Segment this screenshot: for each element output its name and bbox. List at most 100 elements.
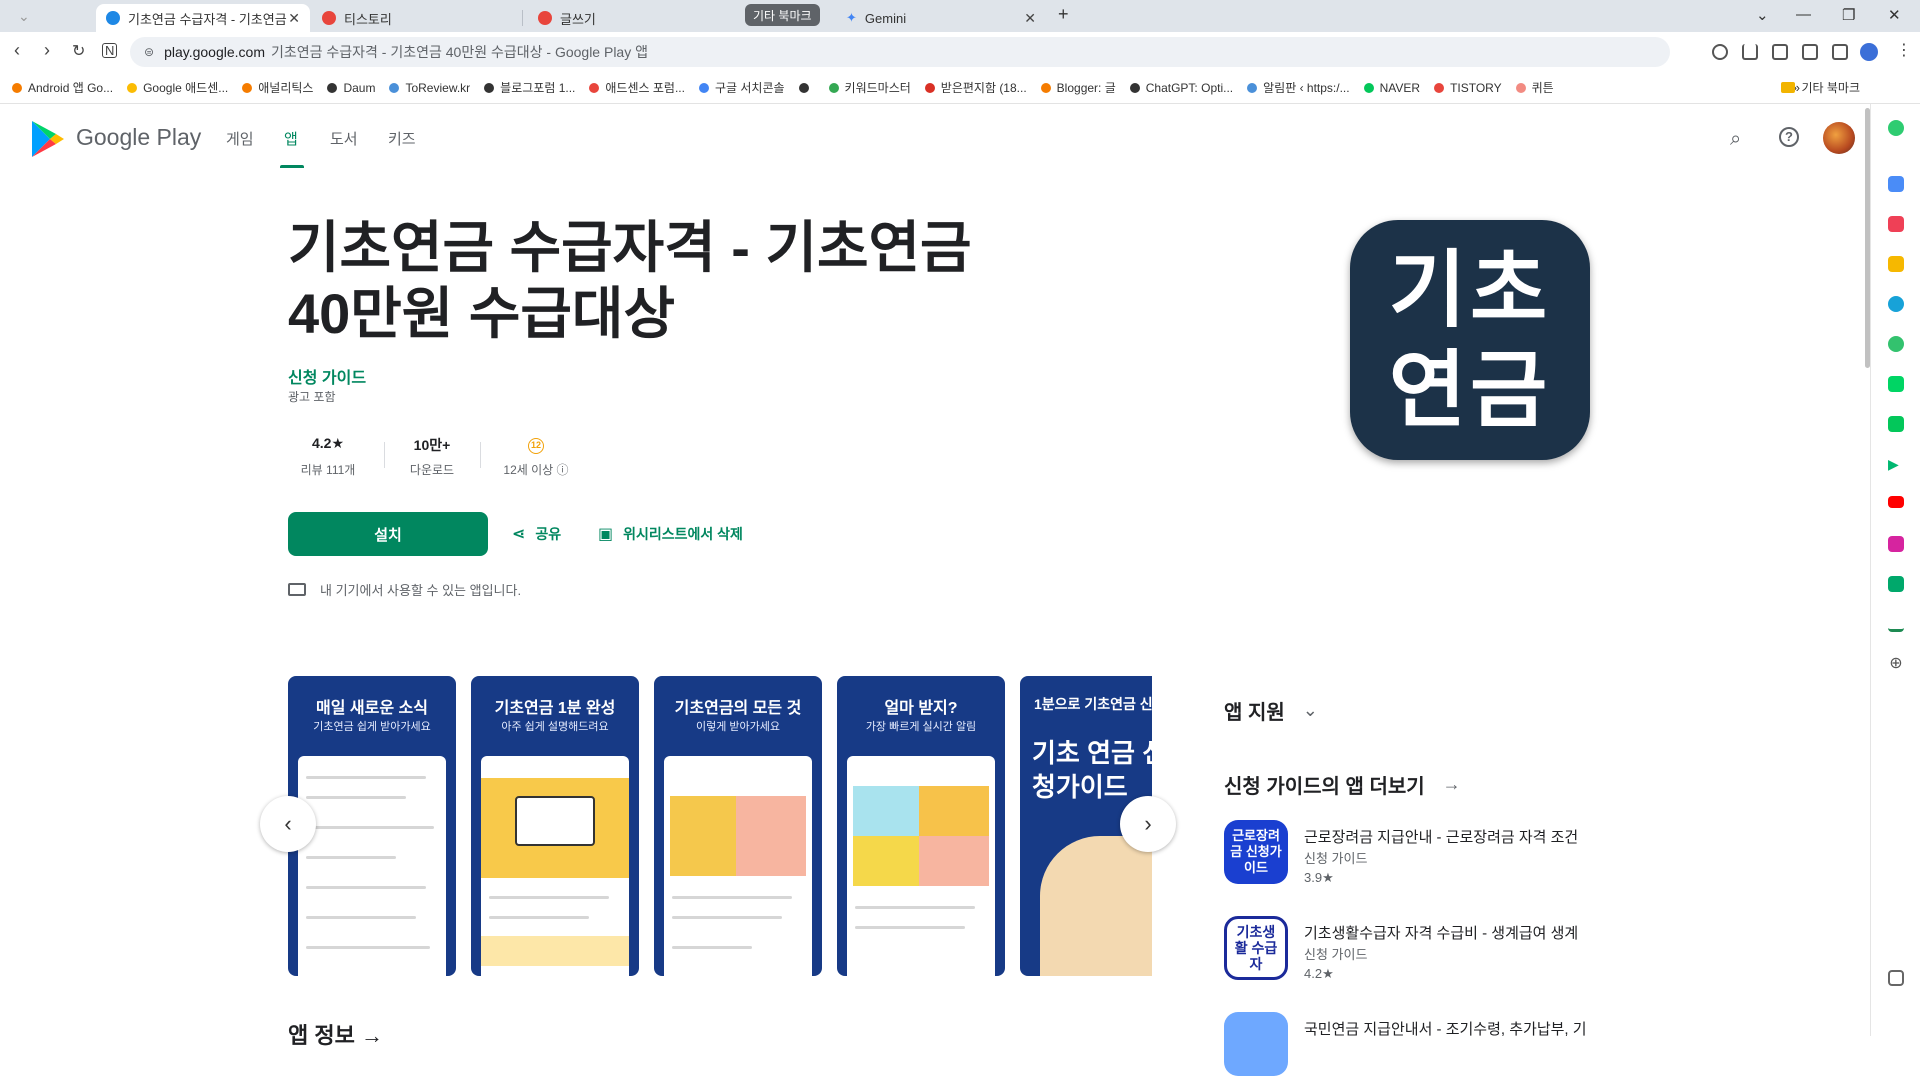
help-icon[interactable]: ? xyxy=(1779,127,1799,147)
nav-tab-kids[interactable]: 키즈 xyxy=(388,128,416,149)
youtube-icon[interactable] xyxy=(1888,496,1904,508)
webtoon-icon[interactable] xyxy=(1888,376,1904,392)
bookmark-item[interactable]: ToReview.kr xyxy=(389,81,470,95)
related-app-item[interactable]: 국민연금 지급안내서 - 조기수령, 추가납부, 기 xyxy=(1224,1012,1587,1080)
bookmark-favicon-icon xyxy=(1247,82,1258,93)
add-icon[interactable]: ⊕ xyxy=(1888,656,1904,672)
more-by-developer-heading[interactable]: 신청 가이드의 앱 더보기 → xyxy=(1224,770,1461,799)
tab-tistory[interactable]: 티스토리 xyxy=(312,4,522,32)
bookmark-item[interactable]: Android 앱 Go... xyxy=(12,79,113,96)
gemini-sparkle-icon: ✦ xyxy=(846,10,857,25)
bookmark-item[interactable]: 구글 서치콘솔 xyxy=(698,79,785,96)
screenshot-title: 매일 새로운 소식 xyxy=(316,700,428,717)
bookmark-favicon-icon xyxy=(127,82,138,93)
tab-group-label[interactable]: 기타 북마크 xyxy=(745,4,820,26)
tab-gemini[interactable]: ✦ Gemini ✕ xyxy=(836,4,1046,32)
play-brand-text[interactable]: Google Play xyxy=(76,124,201,151)
reader-icon[interactable]: N xyxy=(102,43,118,58)
tab-write[interactable]: 글쓰기 xyxy=(528,4,738,32)
screenshot-carousel[interactable]: 매일 새로운 소식 기초연금 쉽게 받아가세요 기초연금 1분 완성 아주 쉽게… xyxy=(288,676,1152,976)
nav-tab-apps[interactable]: 앱 xyxy=(284,128,298,149)
avatar[interactable] xyxy=(1823,122,1855,154)
bookmark-item[interactable]: 받은편지함 (18... xyxy=(924,79,1027,96)
extensions-icon[interactable] xyxy=(1712,44,1728,60)
related-app-item[interactable]: 기초생활 수급자 기초생활수급자 자격 수급비 - 생계급여 생계 신청 가이드… xyxy=(1224,916,1584,984)
pocket-icon[interactable] xyxy=(1888,216,1904,232)
bookmark-item[interactable]: NAVER xyxy=(1363,81,1420,95)
tab-list-icon[interactable]: ⌄ xyxy=(1756,6,1769,24)
developer-link[interactable]: 신청 가이드 xyxy=(288,364,366,388)
address-bar[interactable]: ⊜ play.google.com 기초연금 수급자격 - 기초연금 40만원 … xyxy=(130,37,1670,67)
screen-cast-icon[interactable] xyxy=(1772,44,1788,60)
restore-icon[interactable]: ❐ xyxy=(1842,6,1855,24)
screenshot-3[interactable]: 기초연금의 모든 것 이렇게 받아가세요 xyxy=(654,676,822,976)
instagram-icon[interactable] xyxy=(1888,536,1904,552)
chart-icon[interactable] xyxy=(1888,616,1904,632)
share-button[interactable]: ⋖ 공유 xyxy=(512,524,561,544)
bookmark-item[interactable]: 키워드마스터 xyxy=(828,79,911,96)
profile-icon[interactable] xyxy=(1860,43,1878,61)
tab-search-icon[interactable]: ⌄ xyxy=(18,8,58,26)
capture-icon[interactable] xyxy=(1802,44,1818,60)
screenshot-2[interactable]: 기초연금 1분 완성 아주 쉽게 설명해드려요 xyxy=(471,676,639,976)
open-external-icon[interactable] xyxy=(1888,970,1904,986)
rating-stat[interactable]: 4.2★ 리뷰 111개 xyxy=(296,435,360,478)
device-availability-note: 내 기기에서 사용할 수 있는 앱입니다. xyxy=(288,580,521,599)
play-circle-icon[interactable] xyxy=(1888,336,1904,352)
close-icon[interactable]: ✕ xyxy=(1024,10,1036,27)
menu-icon[interactable]: ⋮ xyxy=(1896,40,1912,60)
google-play-logo-icon[interactable] xyxy=(30,120,66,158)
screenshot-4[interactable]: 얼마 받지? 가장 빠르게 실시간 알림 xyxy=(837,676,1005,976)
bookmark-item[interactable]: 알림판 ‹ https:/... xyxy=(1247,79,1350,96)
sidebar-icon[interactable] xyxy=(1832,44,1848,60)
calendar-icon[interactable] xyxy=(1888,176,1904,192)
about-this-app-heading[interactable]: 앱 정보 → xyxy=(288,1018,383,1050)
install-button[interactable]: 설치 xyxy=(288,512,488,556)
carousel-prev-button[interactable]: ‹ xyxy=(260,796,316,852)
contains-ads-label: 광고 포함 xyxy=(288,390,336,404)
bookmark-favicon-icon xyxy=(1515,82,1526,93)
shopping-icon[interactable] xyxy=(1888,576,1904,592)
search-icon[interactable]: ⌕ xyxy=(1730,128,1741,151)
bookmark-item[interactable]: 애널리틱스 xyxy=(242,79,313,96)
bookmark-item[interactable]: 애드센스 포럼... xyxy=(589,79,685,96)
nav-tab-books[interactable]: 도서 xyxy=(330,128,358,149)
carousel-next-button[interactable]: › xyxy=(1120,796,1176,852)
tab-current[interactable]: 기초연금 수급자격 - 기초연금 ✕ xyxy=(96,4,310,32)
bookmark-item[interactable]: Blogger: 글 xyxy=(1040,79,1116,96)
bookmark-item[interactable]: 퀴튼 xyxy=(1515,79,1554,96)
new-tab-button[interactable]: + xyxy=(1058,4,1069,25)
assistant-icon[interactable] xyxy=(1888,120,1904,136)
bookmarks-folder[interactable]: 기타 북마크 xyxy=(1781,79,1860,96)
play-icon[interactable]: ▶ xyxy=(1888,456,1904,472)
arrow-right-icon: → xyxy=(1442,774,1461,794)
bookmark-item[interactable]: Daum xyxy=(327,81,375,95)
content-rating-stat[interactable]: 12 12세 이상 ⓘ xyxy=(496,435,576,478)
window-close-icon[interactable]: ✕ xyxy=(1888,6,1901,24)
reload-icon[interactable]: ↻ xyxy=(72,41,85,61)
back-icon[interactable]: ‹ xyxy=(14,40,20,61)
app-icon: 기초 연금 xyxy=(1350,220,1590,460)
bookmark-item[interactable]: TISTORY xyxy=(1434,81,1502,95)
minimize-icon[interactable]: — xyxy=(1796,6,1811,23)
star-icon[interactable] xyxy=(1888,256,1904,272)
bookmark-item[interactable]: Google 애드센... xyxy=(127,79,228,96)
naver-icon[interactable] xyxy=(1888,416,1904,432)
forward-icon[interactable]: › xyxy=(44,40,50,61)
bookmark-item[interactable] xyxy=(798,82,815,93)
app-support-section[interactable]: 앱 지원 ⌄ xyxy=(1224,696,1318,725)
rating-value: 4.2★ xyxy=(311,435,344,451)
wishlist-button[interactable]: ▣ 위시리스트에서 삭제 xyxy=(598,524,743,544)
site-info-icon[interactable]: ⊜ xyxy=(144,45,154,59)
bookmark-item[interactable]: 블로그포럼 1... xyxy=(484,79,575,96)
download-icon[interactable] xyxy=(1742,44,1758,60)
share-label: 공유 xyxy=(535,526,562,542)
related-app-item[interactable]: 근로장려금 신청가이드 근로장려금 지급안내 - 근로장려금 자격 조건 신청 … xyxy=(1224,820,1584,888)
bookmark-label: 알림판 ‹ https:/... xyxy=(1263,81,1350,95)
related-app-developer: 신청 가이드 xyxy=(1304,851,1368,866)
close-icon[interactable]: ✕ xyxy=(288,10,300,27)
bookmark-item[interactable]: ChatGPT: Opti... xyxy=(1129,81,1233,95)
nav-tab-games[interactable]: 게임 xyxy=(226,128,254,149)
bookmark-label: 받은편지함 (18... xyxy=(940,81,1027,95)
edge-icon[interactable] xyxy=(1888,296,1904,312)
